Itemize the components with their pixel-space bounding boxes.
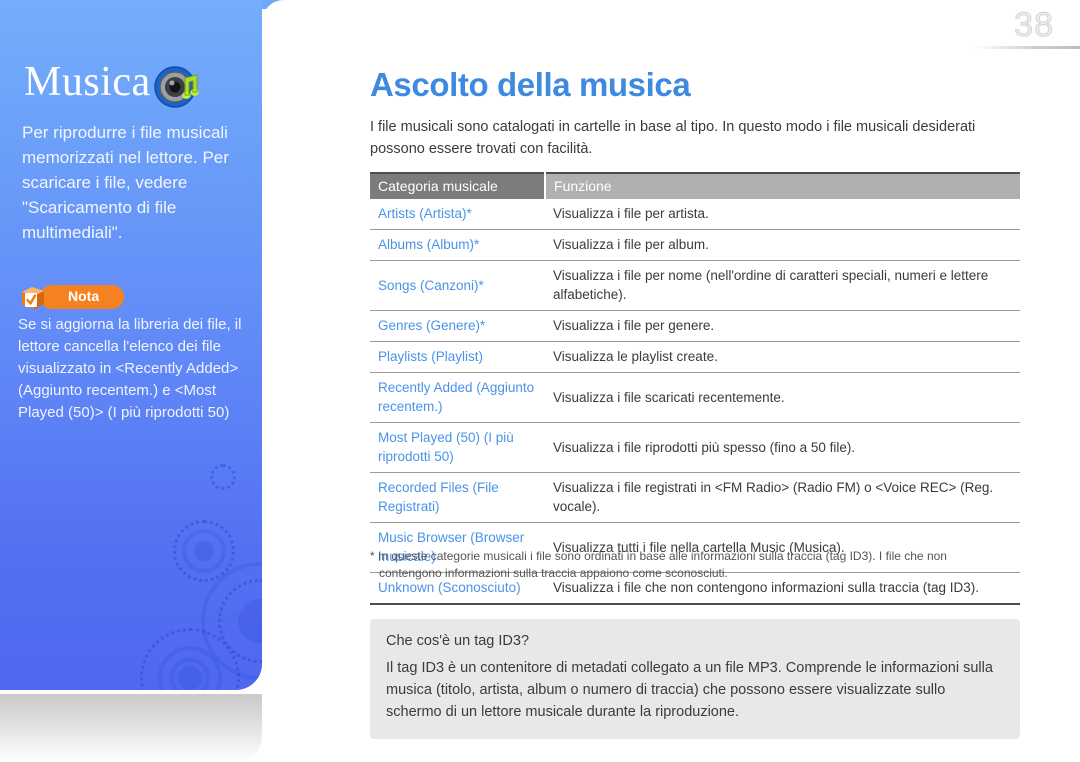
intro-paragraph: I file musicali sono catalogati in carte… [370, 119, 976, 157]
table-cell-category: Recorded Files (File Registrati) [370, 472, 545, 523]
footnote-line-1: * In queste categorie musicali i file so… [370, 549, 947, 563]
table-cell-category: Artists (Artista)* [370, 199, 545, 230]
table-row: Albums (Album)* Visualizza i file per alb… [370, 229, 1020, 261]
table-header-cell: Funzione [545, 173, 1020, 199]
page-number-rule [975, 46, 1080, 49]
table-cell-category: Songs (Canzoni)* [370, 260, 545, 311]
table-row: Artists (Artista)* Visualizza i file per … [370, 199, 1020, 230]
decorative-circle-icon [210, 464, 236, 490]
id3-info-body: Il tag ID3 è un contenitore di metadati … [386, 660, 993, 720]
music-speaker-icon [154, 66, 199, 108]
note-badge-pill: Nota [40, 285, 124, 309]
table-footnote: * In queste categorie musicali i file so… [370, 548, 1020, 582]
id3-info-box: Che cos'è un tag ID3? Il tag ID3 è un co… [370, 619, 1020, 739]
table-cell-category: Most Played (50) (I più riprodotti 50) [370, 422, 545, 473]
table-row: Recorded Files (File Registrati) Visualiz… [370, 472, 1020, 523]
decorative-circle-icon [178, 666, 202, 690]
page-title: Ascolto della musica [370, 66, 691, 103]
table-cell-function: Visualizza i file riprodotti più spesso … [545, 422, 1020, 473]
table-cell-function: Visualizza le playlist create. [545, 341, 1020, 373]
table-row: Playlists (Playlist) Visualizza le playli… [370, 341, 1020, 373]
table-row: Recently Added (Aggiunto recentem.) Visua… [370, 372, 1020, 423]
note-text: Se si aggiorna la libreria dei file, il … [18, 316, 242, 421]
table-cell-function: Visualizza i file per album. [545, 229, 1020, 261]
table-cell-category: Recently Added (Aggiunto recentem.) [370, 372, 545, 423]
table-cell-function: Visualizza i file per nome (nell'ordine … [545, 260, 1020, 311]
music-category-table: Categoria musicale Funzione Artists (Artis… [370, 172, 1020, 605]
table-cell-function: Visualizza i file per artista. [545, 199, 1020, 230]
sidebar-title: Musica [24, 59, 151, 105]
footnote-line-2: contengono informazioni sulla traccia ap… [379, 566, 728, 580]
decorative-circle-icon [194, 541, 214, 561]
sidebar-reflection [0, 694, 262, 762]
table-cell-category: Playlists (Playlist) [370, 341, 545, 373]
table-row: Genres (Genere)* Visualizza i file per ge… [370, 310, 1020, 342]
table-row: Songs (Canzoni)* Visualizza i file per no… [370, 260, 1020, 311]
table-header-row: Categoria musicale Funzione [370, 173, 1020, 199]
table-cell-function: Visualizza i file registrati in <FM Radi… [545, 472, 1020, 523]
table-header-cell: Categoria musicale [370, 173, 546, 199]
manual-page: 38 Musica Per riprodurre i file musicali… [0, 0, 1080, 762]
table-cell-category: Albums (Album)* [370, 229, 545, 261]
table-row: Most Played (50) (I più riprodotti 50) Vi… [370, 422, 1020, 473]
note-badge-label: Nota [68, 288, 100, 304]
id3-info-title: Che cos'è un tag ID3? [386, 633, 530, 649]
note-cube-check-icon [22, 287, 44, 309]
page-number: 38 [1014, 6, 1054, 45]
table-cell-function: Visualizza i file scaricati recentemente… [545, 372, 1020, 423]
table-cell-function: Visualizza i file per genere. [545, 310, 1020, 342]
sidebar-intro-text: Per riprodurre i file musicali memorizza… [22, 123, 229, 242]
top-band-corner [262, 0, 1080, 30]
sidebar: Musica Per riprodurre i file musicali me… [0, 0, 262, 690]
table-cell-category: Genres (Genere)* [370, 310, 545, 342]
